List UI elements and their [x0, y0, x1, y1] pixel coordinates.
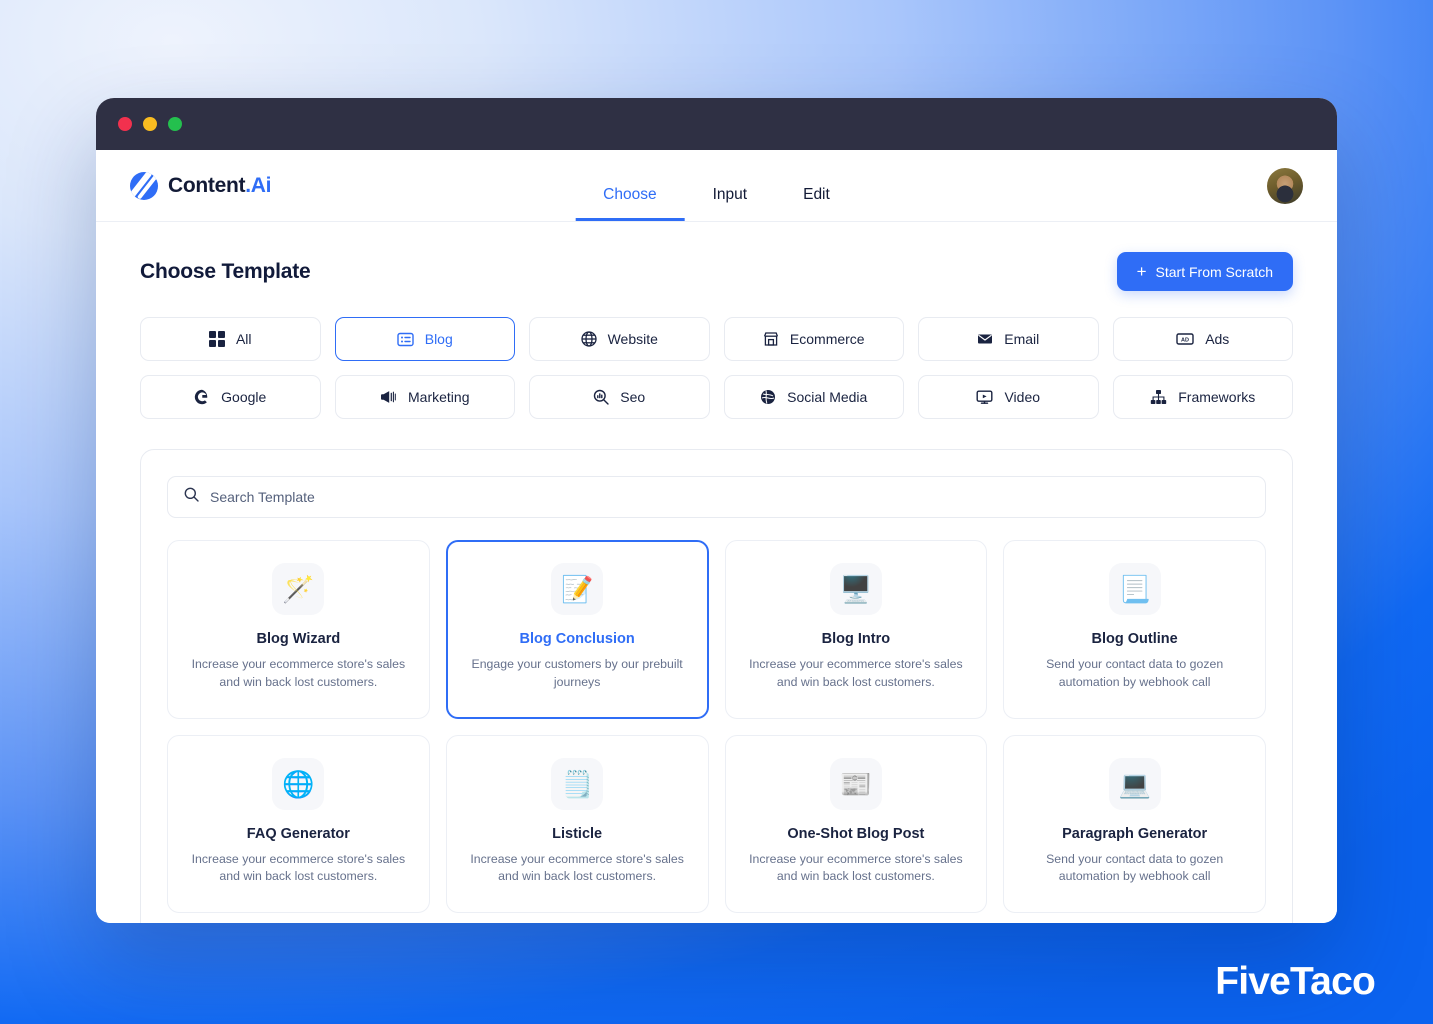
magic-wand-icon: 🪄: [272, 563, 325, 615]
category-ads-label: Ads: [1205, 331, 1230, 347]
document-text-icon: 📰: [829, 757, 882, 810]
template-title: FAQ Generator: [246, 825, 350, 842]
window-titlebar: [96, 98, 1337, 150]
megaphone-icon: [380, 389, 397, 405]
template-title: Paragraph Generator: [1062, 825, 1208, 842]
template-title: One-Shot Blog Post: [787, 825, 925, 842]
templates-panel: 🪄 Blog Wizard Increase your ecommerce st…: [140, 449, 1293, 923]
content-ai-logo-icon: [130, 171, 158, 200]
ad-box-icon: AD: [1176, 331, 1194, 347]
list-box-icon: [397, 331, 414, 348]
category-filter-list: All Blog Website Ecommerce Email AD Ads …: [140, 317, 1293, 419]
category-marketing[interactable]: Marketing: [334, 375, 515, 419]
template-description: Increase your ecommerce store's sales an…: [749, 657, 963, 689]
category-email[interactable]: Email: [918, 317, 1099, 361]
category-website-label: Website: [607, 331, 658, 347]
search-template-field[interactable]: [167, 476, 1266, 518]
category-ads[interactable]: AD Ads: [1112, 317, 1293, 361]
browser-window: Content.Ai Choose Input Edit Choose Temp…: [96, 98, 1337, 923]
template-card-one-shot-blog-post[interactable]: 📰 One-Shot Blog Post Increase your ecomm…: [724, 734, 988, 914]
category-social-media-label: Social Media: [787, 389, 868, 405]
category-video[interactable]: Video: [918, 375, 1099, 419]
category-seo-label: Seo: [620, 389, 646, 405]
category-blog[interactable]: Blog: [334, 317, 515, 361]
fivetaco-watermark: FiveTaco: [1215, 960, 1376, 1003]
search-icon: [184, 487, 199, 507]
category-google[interactable]: Google: [140, 375, 321, 419]
template-description: Increase your ecommerce store's sales an…: [191, 851, 406, 884]
sitemap-icon: [1150, 389, 1167, 405]
category-website[interactable]: Website: [529, 317, 710, 361]
category-marketing-label: Marketing: [408, 389, 470, 405]
store-icon: [763, 331, 779, 347]
template-description: Increase your ecommerce store's sales an…: [470, 851, 684, 884]
page-title: Choose Template: [140, 259, 311, 283]
globe-icon: [580, 331, 597, 347]
google-g-icon: [194, 389, 210, 405]
template-grid: 🪄 Blog Wizard Increase your ecommerce st…: [167, 540, 1266, 923]
template-title: Blog Conclusion: [519, 631, 635, 647]
template-card-paragraph-generator[interactable]: 💻 Paragraph Generator Send your contact …: [1003, 734, 1266, 914]
category-ecommerce[interactable]: Ecommerce: [723, 317, 904, 361]
template-description: Increase your ecommerce store's sales an…: [191, 657, 406, 689]
search-chart-icon: [593, 389, 609, 405]
template-description: Increase your ecommerce store's sales an…: [749, 851, 963, 884]
template-title: Blog Wizard: [256, 631, 341, 647]
monitor-article-icon: 🖥️: [829, 563, 882, 615]
tab-input[interactable]: Input: [685, 186, 775, 222]
memo-pencil-icon: 📝: [551, 563, 604, 615]
category-frameworks[interactable]: Frameworks: [1112, 375, 1293, 419]
brand-name-suffix: .Ai: [245, 173, 272, 197]
sphere-icon: [760, 389, 776, 405]
app-header: Content.Ai Choose Input Edit: [96, 150, 1337, 222]
category-seo[interactable]: Seo: [529, 375, 710, 419]
svg-text:AD: AD: [1181, 337, 1189, 343]
globe-faq-icon: 🌐: [272, 757, 325, 810]
avatar[interactable]: [1267, 167, 1303, 204]
category-all[interactable]: All: [140, 317, 321, 361]
category-email-label: Email: [1004, 331, 1040, 347]
brand-name-main: Content: [168, 173, 246, 197]
search-input[interactable]: [210, 489, 1249, 505]
notepad-list-icon: 🗒️: [551, 757, 604, 810]
page-content: Choose Template + Start From Scratch All…: [96, 222, 1337, 923]
template-card-blog-outline[interactable]: 📃 Blog Outline Send your contact data to…: [1003, 540, 1266, 719]
template-card-faq-generator[interactable]: 🌐 FAQ Generator Increase your ecommerce …: [167, 734, 430, 914]
category-google-label: Google: [221, 389, 267, 405]
category-video-label: Video: [1004, 389, 1041, 405]
brand-name: Content.Ai: [168, 174, 271, 198]
category-blog-label: Blog: [424, 331, 453, 347]
template-description: Engage your customers by our prebuilt jo…: [471, 657, 683, 689]
minimize-window-button[interactable]: [143, 117, 157, 131]
start-from-scratch-button[interactable]: + Start From Scratch: [1116, 252, 1293, 291]
grid-icon: [208, 331, 225, 347]
page-header-row: Choose Template + Start From Scratch: [140, 252, 1293, 291]
category-ecommerce-label: Ecommerce: [789, 331, 865, 347]
monitor-pen-icon: 💻: [1108, 757, 1161, 810]
template-card-blog-intro[interactable]: 🖥️ Blog Intro Increase your ecommerce st…: [724, 540, 988, 719]
template-description: Send your contact data to gozen automati…: [1046, 851, 1224, 884]
clipboard-pen-icon: 📃: [1108, 563, 1161, 615]
template-title: Listicle: [552, 825, 603, 842]
template-title: Blog Outline: [1091, 631, 1178, 647]
zoom-window-button[interactable]: [168, 117, 182, 131]
template-title: Blog Intro: [821, 631, 891, 647]
category-all-label: All: [235, 331, 252, 347]
template-card-blog-wizard[interactable]: 🪄 Blog Wizard Increase your ecommerce st…: [167, 540, 430, 719]
start-from-scratch-label: Start From Scratch: [1155, 263, 1273, 280]
template-card-blog-conclusion[interactable]: 📝 Blog Conclusion Engage your customers …: [445, 540, 709, 719]
category-frameworks-label: Frameworks: [1178, 389, 1256, 405]
plus-icon: +: [1136, 262, 1147, 281]
main-tabs: Choose Input Edit: [575, 186, 858, 222]
template-description: Send your contact data to gozen automati…: [1046, 657, 1224, 689]
close-window-button[interactable]: [118, 117, 132, 131]
template-card-listicle[interactable]: 🗒️ Listicle Increase your ecommerce stor…: [445, 734, 709, 914]
brand-logo[interactable]: Content.Ai: [130, 171, 271, 200]
envelope-icon: [977, 331, 993, 347]
tab-choose[interactable]: Choose: [575, 186, 685, 221]
category-social-media[interactable]: Social Media: [723, 375, 904, 419]
tab-edit[interactable]: Edit: [775, 186, 858, 222]
video-monitor-icon: [976, 389, 993, 405]
